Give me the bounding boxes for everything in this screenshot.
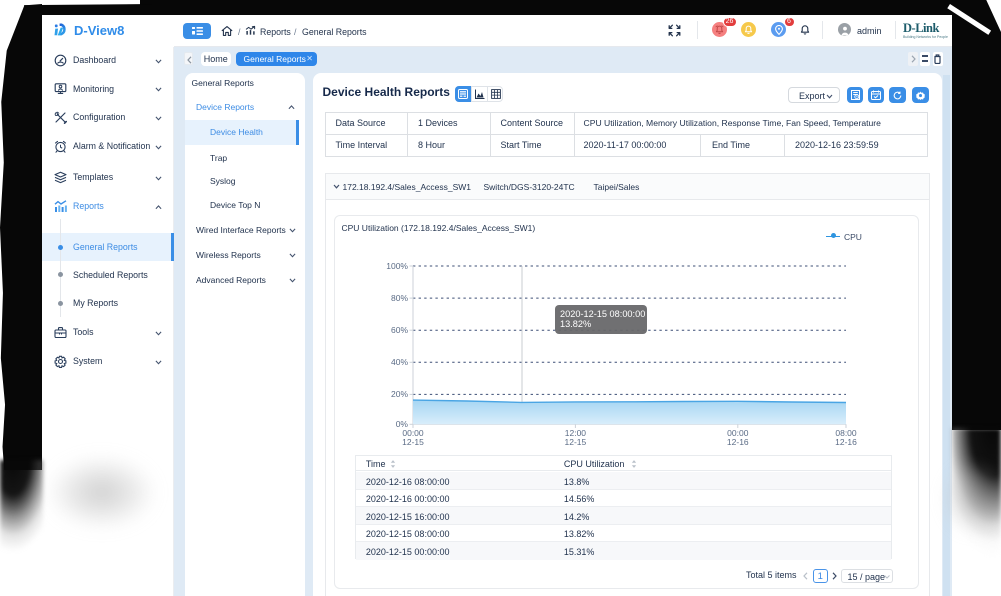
svg-text:12-16: 12-16 [835,437,857,447]
svg-text:12-15: 12-15 [565,437,587,447]
svg-text:100%: 100% [386,261,408,271]
svg-text:12-16: 12-16 [727,437,749,447]
svg-text:80%: 80% [391,293,408,303]
svg-text:20%: 20% [391,389,408,399]
svg-text:12-15: 12-15 [402,437,424,447]
svg-text:60%: 60% [391,325,408,335]
svg-text:40%: 40% [391,357,408,367]
